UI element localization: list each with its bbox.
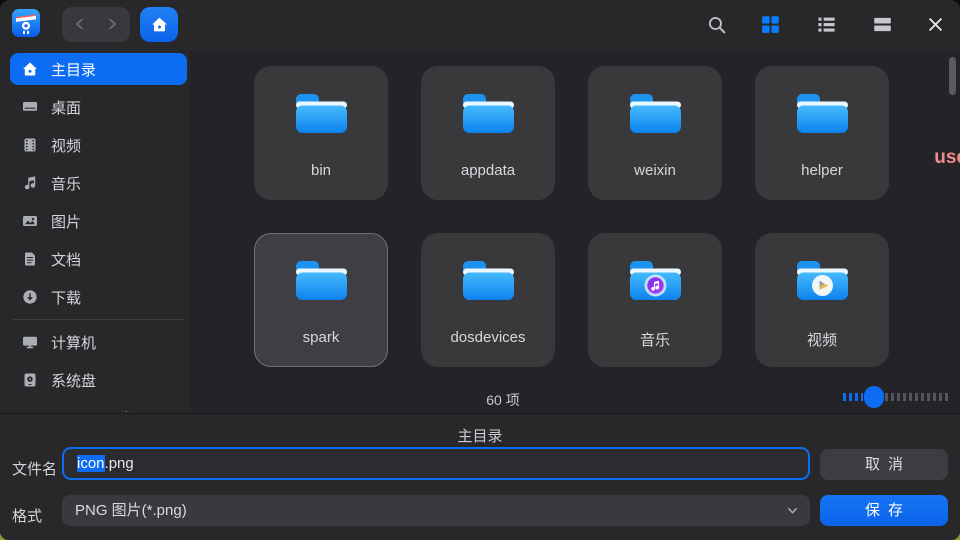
sidebar-item-documents[interactable]: 文档 bbox=[10, 243, 187, 275]
folder-name: weixin bbox=[588, 162, 722, 179]
sidebar-item-system-disk[interactable]: 系统盘 bbox=[10, 364, 187, 396]
folder-icon bbox=[627, 90, 684, 136]
slider-handle[interactable] bbox=[864, 386, 884, 408]
music-folder-icon bbox=[627, 257, 684, 303]
desktop-icon bbox=[22, 99, 38, 115]
item-count-label: 60 项 bbox=[469, 390, 537, 410]
folder-name: spark bbox=[254, 329, 388, 346]
chevron-down-icon bbox=[786, 504, 799, 517]
sidebar-item-label: 音乐 bbox=[51, 173, 81, 194]
current-directory-title: 主目录 bbox=[0, 425, 960, 446]
folder-name: 音乐 bbox=[588, 329, 722, 350]
folder-tile-helper[interactable]: helper bbox=[755, 66, 889, 200]
title-bar bbox=[0, 0, 960, 50]
document-icon bbox=[22, 251, 38, 267]
folder-name: dosdevices bbox=[421, 329, 555, 346]
sidebar-item-label: 157.9 GB 卷 bbox=[51, 408, 134, 413]
folder-tile-videos[interactable]: 视频 bbox=[755, 233, 889, 367]
back-button[interactable] bbox=[72, 16, 88, 32]
sidebar-separator bbox=[12, 319, 184, 320]
computer-icon bbox=[22, 334, 38, 350]
filename-input[interactable]: icon.png bbox=[62, 447, 810, 480]
sidebar-item-label: 系统盘 bbox=[51, 370, 96, 391]
file-save-dialog: 主目录 桌面 视频 音乐 图片 文档 下载 计算机 bbox=[0, 0, 960, 540]
slider-track-filled bbox=[843, 393, 863, 401]
home-button[interactable] bbox=[140, 7, 178, 42]
clipped-red-text: use bbox=[934, 147, 960, 169]
sidebar-item-label: 计算机 bbox=[51, 332, 96, 353]
drive-icon bbox=[22, 410, 38, 412]
disk-icon bbox=[22, 372, 38, 388]
icon-size-slider[interactable] bbox=[843, 386, 951, 408]
folder-tile-dosdevices[interactable]: dosdevices bbox=[421, 233, 555, 367]
folder-tile-bin[interactable]: bin bbox=[254, 66, 388, 200]
folder-icon bbox=[293, 90, 350, 136]
sidebar-item-home[interactable]: 主目录 bbox=[10, 53, 187, 85]
sidebar-item-label: 主目录 bbox=[51, 59, 96, 80]
navigation-group bbox=[62, 7, 130, 42]
cancel-button[interactable]: 取消 bbox=[820, 449, 948, 480]
folder-name: appdata bbox=[421, 162, 555, 179]
sidebar-item-pictures[interactable]: 图片 bbox=[10, 205, 187, 237]
filename-extension-text: .png bbox=[105, 455, 134, 472]
sidebar-item-label: 下载 bbox=[51, 287, 81, 308]
list-view-icon[interactable] bbox=[817, 15, 837, 35]
folder-name: helper bbox=[755, 162, 889, 179]
sidebar-item-computer[interactable]: 计算机 bbox=[10, 326, 187, 358]
folder-tile-music[interactable]: 音乐 bbox=[588, 233, 722, 367]
filename-label: 文件名 bbox=[12, 458, 57, 479]
format-label: 格式 bbox=[12, 505, 42, 526]
folder-icon bbox=[460, 90, 517, 136]
grid-view-icon[interactable] bbox=[761, 15, 781, 35]
image-icon bbox=[22, 213, 38, 229]
sidebar-item-videos[interactable]: 视频 bbox=[10, 129, 187, 161]
music-note-icon bbox=[22, 175, 38, 191]
save-panel: 主目录 文件名 icon.png 取消 格式 PNG 图片(*.png) 保存 bbox=[0, 413, 960, 540]
sidebar-item-downloads[interactable]: 下载 bbox=[10, 281, 187, 313]
sidebar-item-label: 桌面 bbox=[51, 97, 81, 118]
filename-selected-text: icon bbox=[77, 455, 105, 472]
sidebar-item-volume[interactable]: 157.9 GB 卷 bbox=[10, 402, 187, 412]
vertical-scrollbar[interactable] bbox=[949, 57, 956, 95]
forward-button[interactable] bbox=[104, 16, 120, 32]
film-icon bbox=[22, 137, 38, 153]
folder-name: bin bbox=[254, 162, 388, 179]
folder-icon bbox=[794, 90, 851, 136]
sidebar-item-label: 文档 bbox=[51, 249, 81, 270]
folder-tile-spark[interactable]: spark bbox=[254, 233, 388, 367]
sidebar-item-music[interactable]: 音乐 bbox=[10, 167, 187, 199]
save-button[interactable]: 保存 bbox=[820, 495, 948, 526]
file-manager-logo-icon bbox=[12, 9, 40, 37]
slider-track-empty bbox=[885, 393, 951, 401]
close-icon[interactable] bbox=[926, 15, 946, 35]
search-icon[interactable] bbox=[707, 15, 727, 35]
detail-view-icon[interactable] bbox=[873, 15, 893, 35]
folder-icon bbox=[460, 257, 517, 303]
sidebar-item-desktop[interactable]: 桌面 bbox=[10, 91, 187, 123]
video-folder-icon bbox=[794, 257, 851, 303]
sidebar-item-label: 视频 bbox=[51, 135, 81, 156]
sidebar: 主目录 桌面 视频 音乐 图片 文档 下载 计算机 bbox=[0, 50, 190, 412]
folder-tile-appdata[interactable]: appdata bbox=[421, 66, 555, 200]
download-icon bbox=[22, 289, 38, 305]
format-dropdown[interactable]: PNG 图片(*.png) bbox=[62, 495, 810, 526]
folder-icon bbox=[293, 257, 350, 303]
file-grid: bin appdata weixin helper spark dosdevic… bbox=[190, 50, 960, 412]
folder-name: 视频 bbox=[755, 329, 889, 350]
home-icon bbox=[22, 61, 38, 77]
format-value: PNG 图片(*.png) bbox=[75, 502, 187, 519]
folder-tile-weixin[interactable]: weixin bbox=[588, 66, 722, 200]
sidebar-item-label: 图片 bbox=[51, 211, 81, 232]
